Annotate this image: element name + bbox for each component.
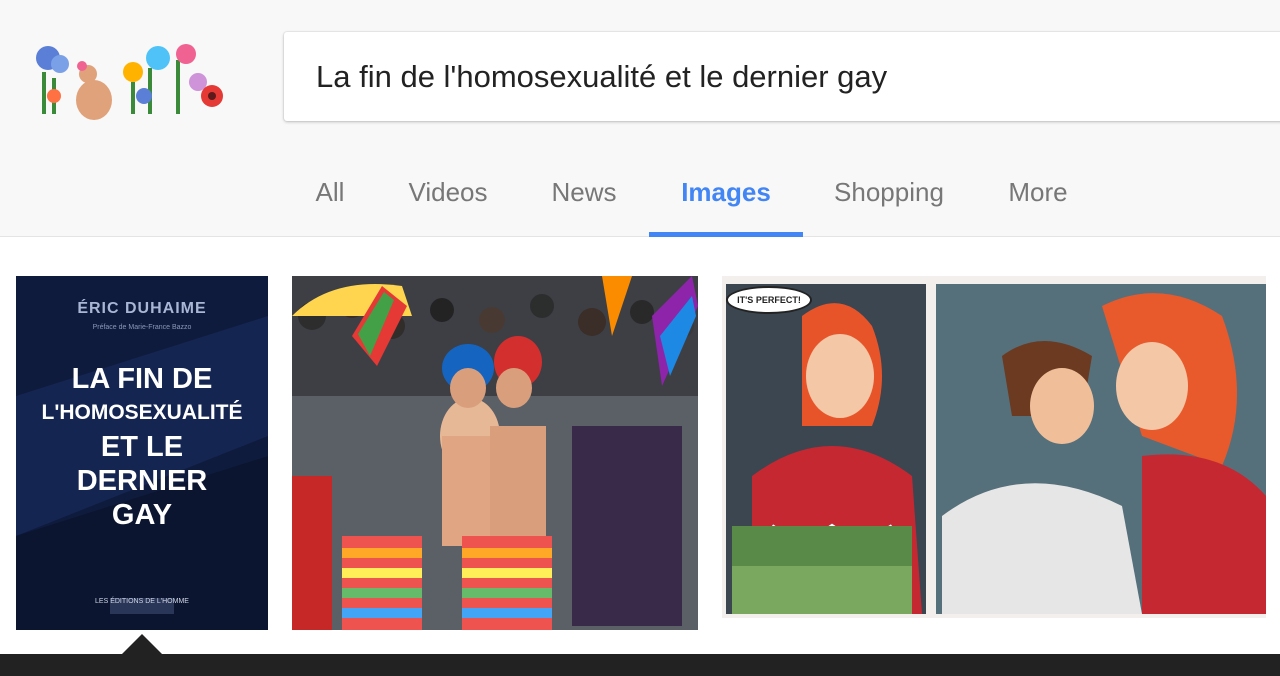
tab-images[interactable]: Images: [649, 160, 803, 237]
tab-videos[interactable]: Videos: [396, 160, 500, 237]
book-author: ÉRIC DUHAIME: [77, 300, 207, 317]
book-title-line: GAY: [111, 499, 173, 531]
active-tab-indicator: [649, 232, 803, 237]
book-title: LA FIN DE L'HOMOSEXUALITÉ ET LE DERNIER …: [16, 362, 268, 532]
speech-bubble: IT'S PERFECT!: [726, 286, 812, 314]
tab-news[interactable]: News: [540, 160, 628, 237]
selected-result-pointer: [122, 634, 162, 654]
book-publisher: LES ÉDITIONS DE L'HOMME: [95, 598, 189, 605]
book-title-line: DERNIER: [76, 465, 208, 497]
tab-shopping[interactable]: Shopping: [822, 160, 956, 237]
image-preview-panel: [0, 654, 1280, 676]
header: All Videos News Images Shopping More: [0, 0, 1280, 237]
book-title-line: ET LE: [100, 431, 184, 463]
search-input[interactable]: [316, 50, 1256, 104]
image-result-comic[interactable]: IT'S PERFECT!: [722, 276, 1266, 618]
tab-more[interactable]: More: [996, 160, 1080, 237]
tab-images-label: Images: [681, 177, 771, 207]
doodle-logo[interactable]: [36, 38, 228, 122]
parade-photo: [292, 276, 698, 630]
search-tabs: All Videos News Images Shopping More: [0, 160, 1280, 237]
image-result-book-cover[interactable]: ÉRIC DUHAIME Préface de Marie-France Baz…: [16, 276, 268, 630]
book-preface: Préface de Marie-France Bazzo: [92, 324, 192, 331]
book-title-line: L'HOMOSEXUALITÉ: [41, 401, 243, 424]
book-title-line: LA FIN DE: [71, 363, 213, 395]
tab-all[interactable]: All: [304, 160, 356, 237]
image-result-parade-photo[interactable]: [292, 276, 698, 630]
search-box[interactable]: [284, 32, 1280, 121]
comic-panels: [722, 276, 1266, 618]
flowers-doodle-icon: [36, 44, 223, 120]
